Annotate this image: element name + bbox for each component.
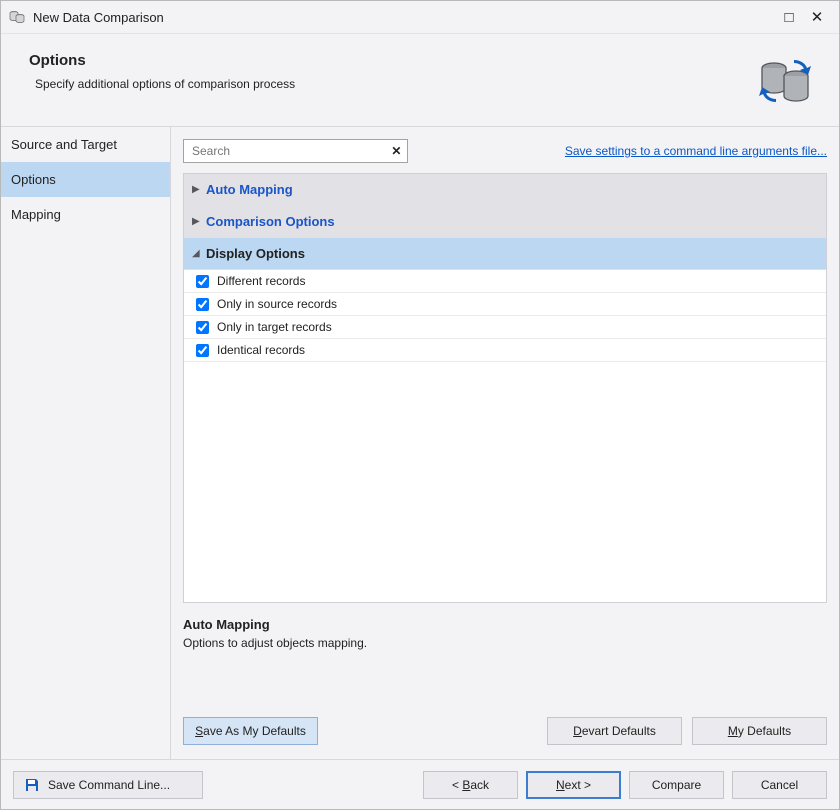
option-only-in-target-records[interactable]: Only in target records (184, 316, 826, 339)
app-icon (9, 9, 25, 25)
close-button[interactable]: ✕ (803, 8, 831, 26)
option-label: Only in source records (217, 297, 337, 311)
chevron-right-icon: ▶ (192, 216, 206, 227)
checkbox[interactable] (196, 275, 209, 288)
section-label: Display Options (206, 246, 305, 261)
checkbox[interactable] (196, 298, 209, 311)
header: Options Specify additional options of co… (1, 34, 839, 127)
dialog-new-data-comparison: New Data Comparison □ ✕ Options Specify … (0, 0, 840, 810)
next-button[interactable]: Next > (526, 771, 621, 799)
section-auto-mapping[interactable]: ▶ Auto Mapping (184, 174, 826, 206)
titlebar: New Data Comparison □ ✕ (1, 1, 839, 34)
option-label: Identical records (217, 343, 305, 357)
option-only-in-source-records[interactable]: Only in source records (184, 293, 826, 316)
compare-button[interactable]: Compare (629, 771, 724, 799)
compare-databases-icon (753, 52, 819, 108)
options-panel: ▶ Auto Mapping ▶ Comparison Options ◢ Di… (183, 173, 827, 603)
cancel-button[interactable]: Cancel (732, 771, 827, 799)
save-as-my-defaults-button[interactable]: Save As My Defaults (183, 717, 318, 745)
save-icon (24, 777, 40, 793)
option-different-records[interactable]: Different records (184, 270, 826, 293)
sidebar-item-source-and-target[interactable]: Source and Target (1, 127, 170, 162)
section-label: Auto Mapping (206, 182, 293, 197)
clear-search-icon[interactable]: ✕ (390, 144, 403, 158)
maximize-button[interactable]: □ (775, 9, 803, 26)
checkbox[interactable] (196, 321, 209, 334)
sidebar-item-options[interactable]: Options (1, 162, 170, 197)
footer: Save Command Line... < Back Next > Compa… (1, 759, 839, 809)
back-button[interactable]: < Back (423, 771, 518, 799)
save-settings-link[interactable]: Save settings to a command line argument… (565, 144, 827, 158)
option-label: Only in target records (217, 320, 332, 334)
option-identical-records[interactable]: Identical records (184, 339, 826, 362)
devart-defaults-button[interactable]: Devart Defaults (547, 717, 682, 745)
save-command-line-label: Save Command Line... (48, 778, 170, 792)
search-input-wrapper[interactable]: ✕ (183, 139, 408, 163)
save-command-line-button[interactable]: Save Command Line... (13, 771, 203, 799)
chevron-right-icon: ▶ (192, 184, 206, 195)
section-display-options[interactable]: ◢ Display Options (184, 238, 826, 270)
window-title: New Data Comparison (33, 10, 775, 25)
body: Source and Target Options Mapping ✕ Save… (1, 127, 839, 759)
option-label: Different records (217, 274, 305, 288)
help-panel: Auto Mapping Options to adjust objects m… (183, 617, 827, 677)
search-input[interactable] (190, 143, 390, 159)
help-title: Auto Mapping (183, 617, 827, 632)
section-comparison-options[interactable]: ▶ Comparison Options (184, 206, 826, 238)
help-text: Options to adjust objects mapping. (183, 636, 827, 650)
main-panel: ✕ Save settings to a command line argume… (171, 127, 839, 759)
sidebar: Source and Target Options Mapping (1, 127, 171, 759)
page-subtitle: Specify additional options of comparison… (35, 77, 753, 91)
my-defaults-button[interactable]: My Defaults (692, 717, 827, 745)
checkbox[interactable] (196, 344, 209, 357)
section-label: Comparison Options (206, 214, 335, 229)
chevron-down-icon: ◢ (192, 248, 206, 259)
sidebar-item-mapping[interactable]: Mapping (1, 197, 170, 232)
page-title: Options (29, 52, 753, 69)
